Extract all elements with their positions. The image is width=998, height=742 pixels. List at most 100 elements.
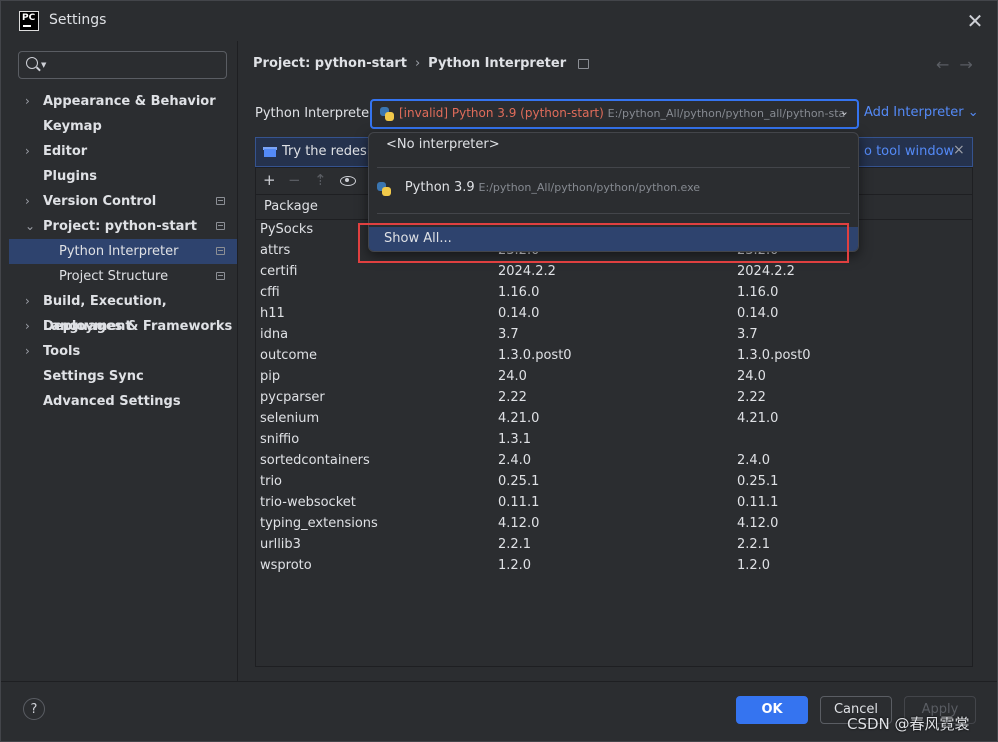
table-row[interactable]: pip 24.0 24.0 — [256, 367, 972, 388]
dropdown-item-python[interactable]: Python 3.9 E:/python_All/python/python/p… — [377, 179, 700, 196]
package-name-cell: PySocks — [260, 222, 314, 237]
back-arrow-icon[interactable]: ← — [936, 55, 959, 74]
table-row[interactable]: certifi 2024.2.2 2024.2.2 — [256, 262, 972, 283]
table-row[interactable]: pycparser 2.22 2.22 — [256, 388, 972, 409]
window-title: Settings — [49, 12, 107, 28]
package-name-cell: certifi — [260, 264, 298, 279]
breadcrumb-parent[interactable]: Project: python-start — [253, 56, 407, 71]
package-name-cell: trio-websocket — [260, 495, 356, 510]
sidebar-item-keymap[interactable]: Keymap — [9, 114, 237, 139]
latest-version-cell: 2.22 — [737, 390, 766, 405]
table-row[interactable]: sortedcontainers 2.4.0 2.4.0 — [256, 451, 972, 472]
pycharm-logo-icon: PC — [19, 11, 39, 31]
eye-icon[interactable] — [340, 176, 356, 186]
expand-arrow-icon[interactable]: › — [25, 139, 30, 164]
python-icon — [377, 182, 391, 196]
add-interpreter-link[interactable]: Add Interpreter ⌄ — [864, 105, 979, 120]
chevron-down-icon[interactable]: ⌄ — [840, 105, 849, 118]
footer-divider — [1, 681, 997, 682]
package-name-cell: typing_extensions — [260, 516, 378, 531]
sidebar-item-appearance-behavior[interactable]: › Appearance & Behavior — [9, 89, 237, 114]
table-row[interactable]: typing_extensions 4.12.0 4.12.0 — [256, 514, 972, 535]
navigation-arrows: ←→ — [936, 55, 983, 74]
sidebar-item-plugins[interactable]: Plugins — [9, 164, 237, 189]
table-row[interactable]: selenium 4.21.0 4.21.0 — [256, 409, 972, 430]
package-name-cell: trio — [260, 474, 283, 489]
settings-search-input[interactable]: ▼ — [18, 51, 227, 79]
expand-arrow-icon[interactable]: › — [25, 189, 30, 214]
search-history-chevron-icon[interactable]: ▼ — [41, 61, 46, 69]
add-package-icon[interactable]: + — [263, 171, 276, 189]
sidebar-item-version-control[interactable]: › Version Control — [9, 189, 237, 214]
latest-version-cell: 2024.2.2 — [737, 264, 795, 279]
version-cell: 0.11.1 — [498, 495, 540, 510]
package-name-cell: h11 — [260, 306, 285, 321]
package-name-cell: sniffio — [260, 432, 300, 447]
version-cell: 2024.2.2 — [498, 264, 556, 279]
close-icon[interactable]: ✕ — [963, 9, 987, 33]
python-invalid-icon — [380, 107, 394, 121]
version-cell: 0.25.1 — [498, 474, 540, 489]
breadcrumb-separator: › — [414, 56, 421, 71]
sidebar-item-tools[interactable]: › Tools — [9, 339, 237, 364]
latest-version-cell: 3.7 — [737, 327, 758, 342]
table-row[interactable]: trio 0.25.1 0.25.1 — [256, 472, 972, 493]
column-header-package[interactable]: Package — [264, 199, 318, 214]
help-button[interactable]: ? — [23, 698, 45, 720]
package-name-cell: outcome — [260, 348, 318, 363]
sidebar-item-editor[interactable]: › Editor — [9, 139, 237, 164]
expand-arrow-icon[interactable]: › — [25, 339, 30, 364]
close-icon[interactable]: × — [953, 142, 965, 158]
sidebar-item-build-execution-deployment[interactable]: › Build, Execution, Deployment — [9, 289, 237, 334]
package-name-cell: selenium — [260, 411, 320, 426]
gift-icon — [263, 145, 277, 157]
remove-package-icon[interactable]: − — [288, 171, 301, 189]
collapse-arrow-icon[interactable]: ⌄ — [25, 214, 35, 239]
version-cell: 4.12.0 — [498, 516, 540, 531]
table-row[interactable]: outcome 1.3.0.post0 1.3.0.post0 — [256, 346, 972, 367]
banner-link[interactable]: o tool window — [864, 144, 954, 159]
package-name-cell: idna — [260, 327, 289, 342]
table-row[interactable]: trio-websocket 0.11.1 0.11.1 — [256, 493, 972, 514]
latest-version-cell: 24.0 — [737, 369, 766, 384]
sidebar-item-project-structure[interactable]: Project Structure — [9, 264, 237, 289]
table-row[interactable]: h11 0.14.0 0.14.0 — [256, 304, 972, 325]
sidebar-item-languages-frameworks[interactable]: › Languages & Frameworks — [9, 314, 237, 339]
table-row[interactable]: idna 3.7 3.7 — [256, 325, 972, 346]
project-scope-icon — [216, 222, 225, 230]
latest-version-cell: 1.3.0.post0 — [737, 348, 811, 363]
version-cell: 2.2.1 — [498, 537, 532, 552]
dropdown-item-no-interpreter[interactable]: <No interpreter> — [386, 137, 500, 152]
highlight-annotation-box — [358, 223, 849, 263]
interpreter-select[interactable]: [invalid] Python 3.9 (python-start) E:/p… — [370, 99, 859, 129]
table-row[interactable]: wsproto 1.2.0 1.2.0 — [256, 556, 972, 577]
version-cell: 2.4.0 — [498, 453, 532, 468]
upgrade-package-icon[interactable]: ⇡ — [314, 171, 327, 189]
invalid-tag: [invalid] — [399, 106, 449, 120]
chevron-down-icon: ⌄ — [967, 105, 979, 120]
ok-button[interactable]: OK — [736, 696, 808, 724]
table-row[interactable]: cffi 1.16.0 1.16.0 — [256, 283, 972, 304]
expand-arrow-icon[interactable]: › — [25, 89, 30, 114]
interpreter-path: E:/python_All/python/python_all/python-s… — [607, 107, 846, 120]
expand-arrow-icon[interactable]: › — [25, 314, 30, 339]
expand-arrow-icon[interactable]: › — [25, 289, 30, 314]
sidebar-item-settings-sync[interactable]: Settings Sync — [9, 364, 237, 389]
package-name-cell: sortedcontainers — [260, 453, 370, 468]
latest-version-cell: 1.2.0 — [737, 558, 771, 573]
table-row[interactable]: urllib3 2.2.1 2.2.1 — [256, 535, 972, 556]
interpreter-label: Python Interpreter: — [255, 106, 379, 121]
forward-arrow-icon[interactable]: → — [959, 55, 982, 74]
latest-version-cell: 2.4.0 — [737, 453, 771, 468]
project-scope-icon — [578, 58, 590, 69]
settings-dialog: PC Settings ✕ ▼ › Appearance & Behavior … — [0, 0, 998, 742]
latest-version-cell: 4.12.0 — [737, 516, 779, 531]
table-row[interactable]: sniffio 1.3.1 — [256, 430, 972, 451]
version-cell: 24.0 — [498, 369, 527, 384]
interpreter-name: Python 3.9 (python-start) — [451, 106, 604, 120]
sidebar-item-advanced-settings[interactable]: Advanced Settings — [9, 389, 237, 414]
sidebar-item-project[interactable]: ⌄ Project: python-start — [9, 214, 237, 239]
package-name-cell: urllib3 — [260, 537, 301, 552]
sidebar-item-python-interpreter[interactable]: Python Interpreter — [9, 239, 237, 264]
latest-version-cell: 1.16.0 — [737, 285, 779, 300]
